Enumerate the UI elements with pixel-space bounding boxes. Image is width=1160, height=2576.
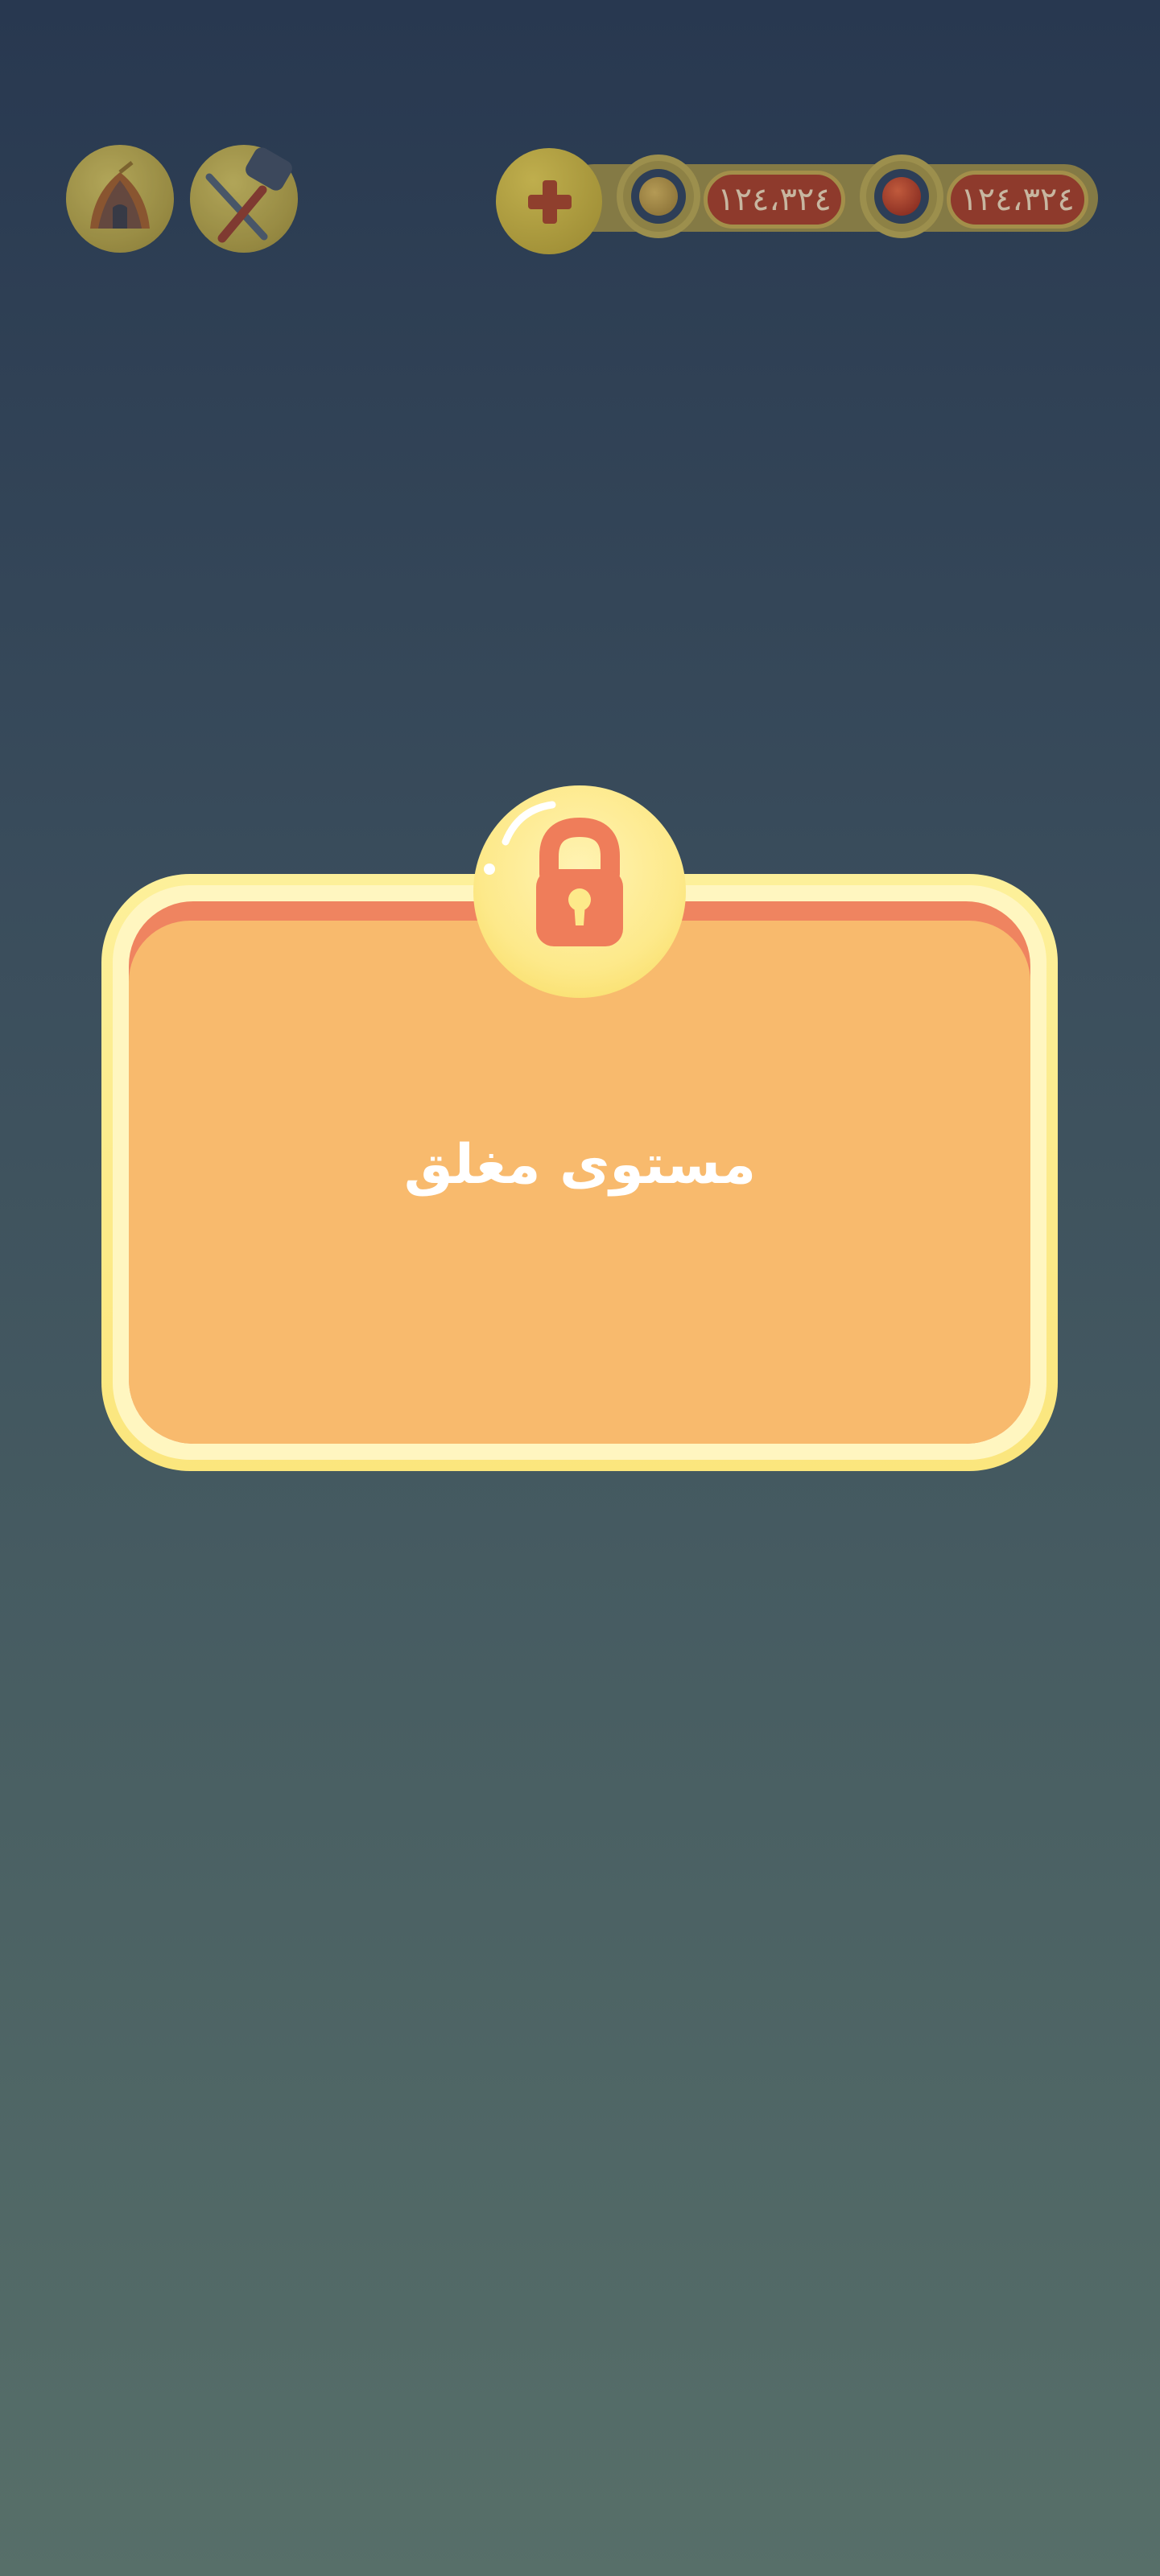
gem-slot	[860, 155, 943, 238]
home-button[interactable]	[66, 145, 174, 253]
home-tent-icon	[90, 161, 150, 229]
gem-icon	[882, 177, 921, 216]
hammer-tools-icon	[205, 147, 292, 243]
padlock-icon	[484, 801, 623, 946]
coin-amount: ١٢٤،٣٢٤	[704, 171, 845, 229]
gem-amount: ١٢٤،٣٢٤	[947, 171, 1088, 229]
dialog-title: مستوی مغلق	[403, 1133, 757, 1197]
tools-button[interactable]	[190, 145, 298, 253]
coin-slot	[617, 155, 700, 238]
coin-icon	[639, 177, 678, 216]
lock-badge	[473, 785, 686, 998]
add-currency-button[interactable]	[496, 148, 602, 254]
currency-bar: ١٢٤،٣٢٤ ١٢٤،٣٢٤	[496, 148, 1098, 254]
